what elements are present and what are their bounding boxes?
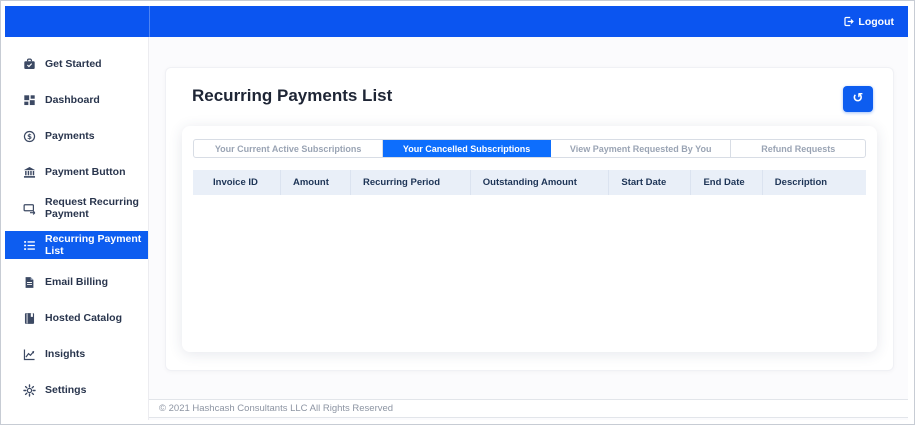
- column-description: Description: [762, 170, 866, 195]
- logout-button[interactable]: Logout: [837, 15, 900, 29]
- list-icon: [22, 239, 36, 252]
- footer: © 2021 Hashcash Consultants LLC All Righ…: [149, 399, 908, 418]
- dollar-circle-icon: $: [22, 130, 36, 143]
- sidebar-item-request-recurring-payment[interactable]: Request Recurring Payment: [5, 190, 148, 226]
- briefcase-check-icon: [22, 58, 36, 71]
- subscriptions-table: Invoice ID Amount Recurring Period Outst…: [193, 170, 866, 195]
- column-start-date: Start Date: [608, 170, 692, 195]
- bank-icon: [22, 166, 36, 179]
- sidebar-item-label: Get Started: [45, 57, 102, 70]
- column-end-date: End Date: [690, 170, 763, 195]
- empty-table-body: [193, 195, 866, 339]
- column-recurring-period: Recurring Period: [350, 170, 471, 195]
- svg-text:$: $: [27, 132, 32, 140]
- logout-label: Logout: [858, 15, 894, 28]
- sidebar-item-label: Recurring Payment List: [45, 233, 142, 258]
- tab-view-payment-requested[interactable]: View Payment Requested By You: [551, 140, 732, 157]
- sidebar-item-payments[interactable]: $ Payments: [5, 118, 148, 154]
- copyright-text: © 2021 Hashcash Consultants LLC All Righ…: [159, 403, 394, 414]
- sidebar-item-label: Email Billing: [45, 276, 109, 289]
- document-icon: [22, 276, 36, 289]
- sidebar-item-settings[interactable]: Settings: [5, 372, 148, 408]
- tab-refund-requests[interactable]: Refund Requests: [731, 140, 865, 157]
- sidebar-item-label: Dashboard: [45, 93, 100, 106]
- sidebar-item-label: Insights: [45, 348, 86, 361]
- subscription-tabs: Your Current Active Subscriptions Your C…: [193, 139, 866, 158]
- sidebar-item-email-billing[interactable]: Email Billing: [5, 264, 148, 300]
- app-window: Logout Get Started Dashboard $ Payments …: [0, 0, 915, 425]
- main-content: Recurring Payments List ↺ Your Current A…: [149, 37, 908, 420]
- sidebar-item-label: Payment Button: [45, 165, 126, 178]
- logout-icon: [843, 16, 855, 27]
- catalog-icon: [22, 312, 36, 325]
- chart-line-icon: [22, 348, 36, 361]
- history-icon: ↺: [852, 90, 864, 106]
- sidebar-item-label: Settings: [45, 384, 87, 397]
- column-outstanding-amount: Outstanding Amount: [470, 170, 610, 195]
- tab-cancelled-subscriptions[interactable]: Your Cancelled Subscriptions: [383, 140, 551, 157]
- sidebar-item-payment-button[interactable]: Payment Button: [5, 154, 148, 190]
- sidebar-item-insights[interactable]: Insights: [5, 336, 148, 372]
- page-title: Recurring Payments List: [192, 86, 393, 105]
- sidebar-item-get-started[interactable]: Get Started: [5, 46, 148, 82]
- table-header-row: Invoice ID Amount Recurring Period Outst…: [193, 170, 866, 195]
- top-bar: Logout: [5, 6, 908, 37]
- grid-icon: [22, 94, 36, 107]
- subscriptions-panel: Your Current Active Subscriptions Your C…: [182, 126, 877, 352]
- recurring-payments-card: Recurring Payments List ↺ Your Current A…: [165, 67, 894, 371]
- sidebar-item-hosted-catalog[interactable]: Hosted Catalog: [5, 300, 148, 336]
- column-amount: Amount: [280, 170, 351, 195]
- column-invoice-id: Invoice ID: [193, 170, 281, 195]
- sidebar-item-dashboard[interactable]: Dashboard: [5, 82, 148, 118]
- tab-current-active-subscriptions[interactable]: Your Current Active Subscriptions: [194, 140, 384, 157]
- sidebar-item-label: Hosted Catalog: [45, 312, 123, 325]
- sidebar-item-label: Payments: [45, 129, 95, 142]
- sidebar-item-recurring-payment-list[interactable]: Recurring Payment List: [5, 231, 148, 260]
- gear-icon: [22, 383, 36, 397]
- refresh-history-button[interactable]: ↺: [843, 86, 873, 112]
- sidebar-item-label: Request Recurring Payment: [45, 195, 139, 220]
- card-request-icon: [22, 202, 36, 215]
- sidebar: Get Started Dashboard $ Payments Payment…: [5, 37, 149, 420]
